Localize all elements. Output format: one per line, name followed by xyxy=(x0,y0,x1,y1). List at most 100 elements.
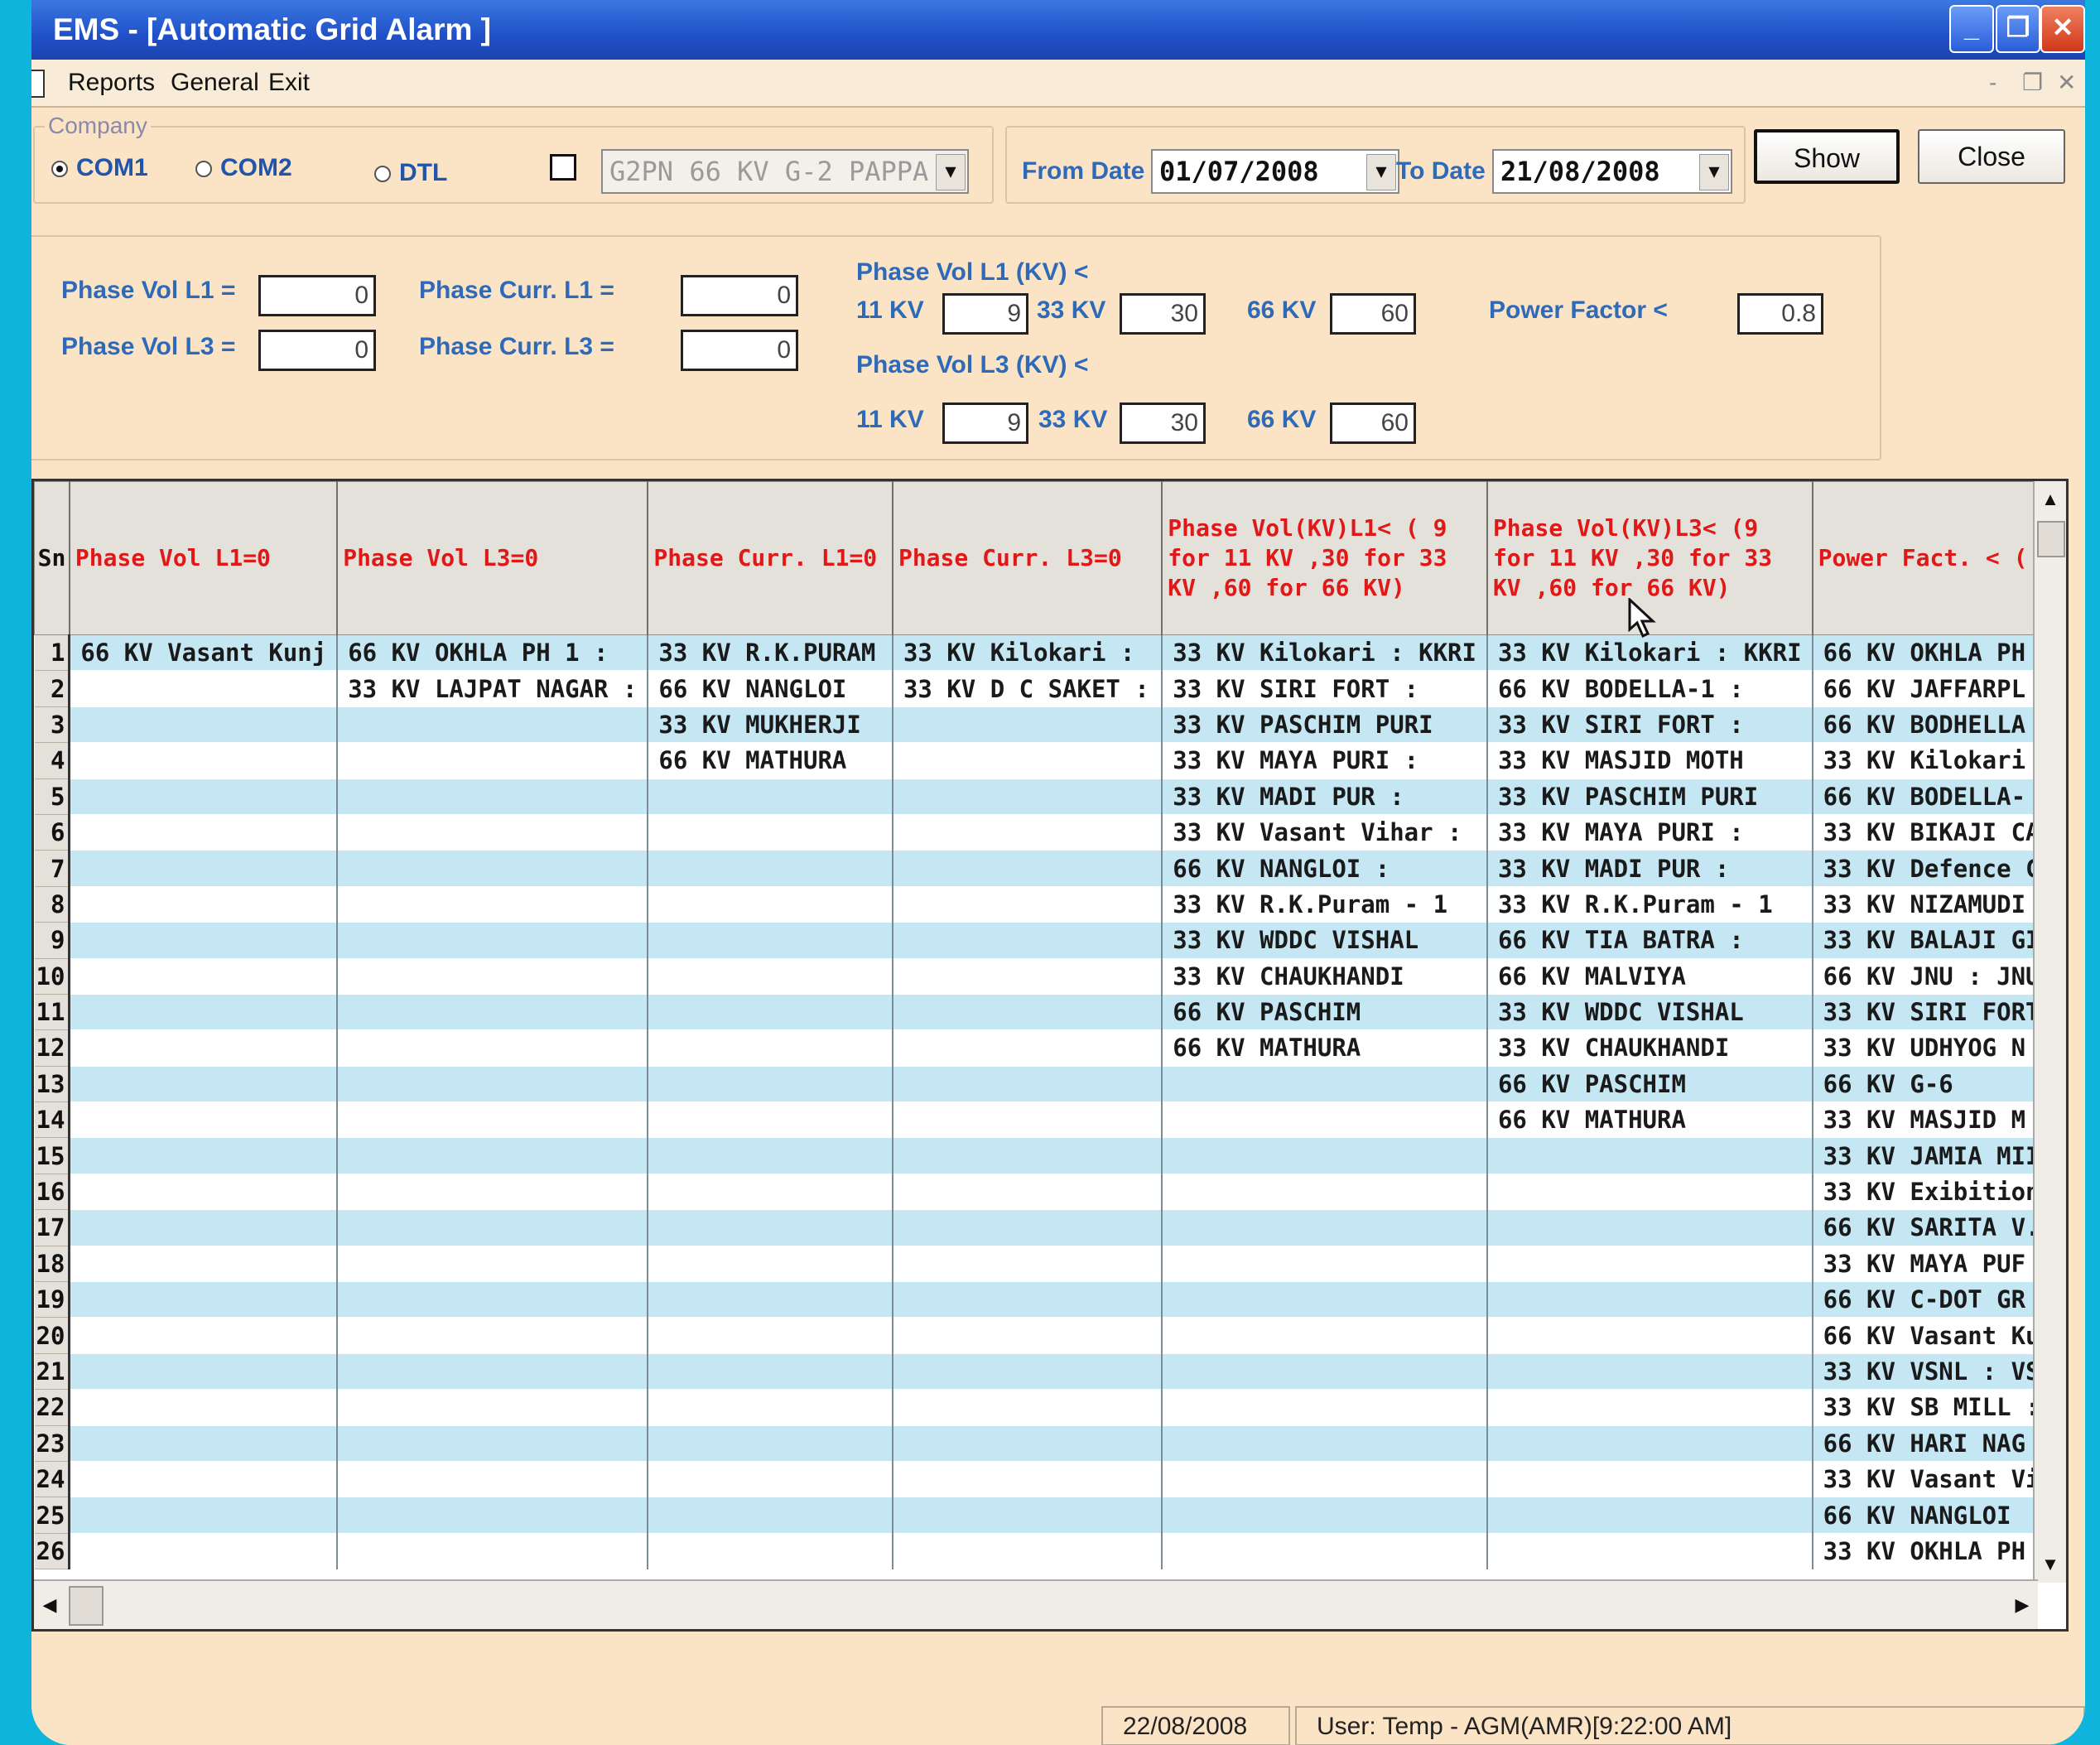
table-cell[interactable] xyxy=(1162,1461,1488,1498)
radio-com1[interactable]: COM1 xyxy=(51,154,148,182)
table-cell[interactable] xyxy=(337,1209,649,1246)
table-cell[interactable] xyxy=(1162,1533,1488,1570)
table-cell[interactable] xyxy=(892,994,1163,1031)
column-header-phase-vol-l3[interactable]: Phase Vol L3=0 xyxy=(336,481,649,635)
table-row[interactable]: 12 66 KV MATHURA 33 KV CHAUKHANDI 33 KV UDH… xyxy=(34,1029,2066,1067)
close-button[interactable]: Close xyxy=(1918,129,2065,184)
table-cell[interactable] xyxy=(69,1066,339,1103)
table-row[interactable]: 4 66 KV MATHURA 33 KV MAYA PURI :33 KV MAS… xyxy=(34,742,2066,779)
table-cell[interactable] xyxy=(1162,1281,1488,1318)
table-row[interactable]: 1 66 KV Vasant Kunj 66 KV OKHLA PH 1 :33 K… xyxy=(34,634,2066,672)
table-cell[interactable] xyxy=(1486,1246,1813,1283)
table-cell[interactable]: 66 KV OKHLA PH 1 : xyxy=(337,634,649,672)
table-cell[interactable] xyxy=(1162,1209,1488,1246)
row-number[interactable]: 12 xyxy=(34,1029,71,1067)
table-cell[interactable] xyxy=(1162,1389,1488,1426)
table-cell[interactable] xyxy=(69,706,339,744)
table-cell[interactable]: 33 KV R.K.PURAM xyxy=(648,634,893,672)
table-row[interactable]: 23 66 KV HARI NAG xyxy=(34,1425,2066,1462)
table-row[interactable]: 16 33 KV Exibition xyxy=(34,1174,2066,1211)
table-cell[interactable]: 33 KV PASCHIM PURI xyxy=(1486,779,1813,815)
table-cell[interactable] xyxy=(892,1497,1163,1534)
l3-kv33-input[interactable]: 30 xyxy=(1120,403,1206,444)
row-number[interactable]: 22 xyxy=(34,1389,71,1426)
row-number[interactable]: 4 xyxy=(34,742,71,779)
table-cell[interactable]: 33 KV NIZAMUDI xyxy=(1812,886,2066,923)
table-cell[interactable] xyxy=(337,1353,649,1391)
table-cell[interactable] xyxy=(648,1209,893,1246)
table-cell[interactable]: 66 KV BODELLA- xyxy=(1812,779,2066,815)
table-cell[interactable]: 66 KV OKHLA PH xyxy=(1812,634,2066,672)
table-cell[interactable] xyxy=(69,1174,339,1211)
table-cell[interactable] xyxy=(1162,1174,1488,1211)
table-cell[interactable] xyxy=(648,1029,893,1067)
table-row[interactable]: 3 33 KV MUKHERJI 33 KV PASCHIM PURI 33 KV S… xyxy=(34,706,2066,744)
l3-kv66-input[interactable]: 60 xyxy=(1330,403,1416,444)
chevron-down-icon[interactable]: ▼ xyxy=(1699,154,1729,190)
table-cell[interactable]: 33 KV MADI PUR : xyxy=(1162,779,1488,815)
table-cell[interactable]: 33 KV MUKHERJI xyxy=(648,706,893,744)
table-cell[interactable] xyxy=(337,1533,649,1570)
table-cell[interactable]: 66 KV NANGLOI xyxy=(1812,1497,2066,1534)
table-row[interactable]: 20 66 KV Vasant Ku xyxy=(34,1317,2066,1354)
table-cell[interactable] xyxy=(1486,1389,1813,1426)
column-header-phase-vol-kv-l1[interactable]: Phase Vol(KV)L1< ( 9 for 11 KV ,30 for 3… xyxy=(1161,481,1488,635)
table-cell[interactable] xyxy=(337,886,649,923)
row-number[interactable]: 9 xyxy=(34,922,71,959)
table-cell[interactable] xyxy=(1162,1497,1488,1534)
table-cell[interactable]: 33 KV MAYA PUF xyxy=(1812,1246,2066,1283)
column-header-phase-curr-l3[interactable]: Phase Curr. L3=0 xyxy=(892,481,1163,635)
table-cell[interactable] xyxy=(648,1101,893,1139)
table-cell[interactable]: 33 KV Exibition xyxy=(1812,1174,2066,1211)
table-cell[interactable]: 66 KV JNU : JNU xyxy=(1812,958,2066,995)
to-date-picker[interactable]: 21/08/2008 ▼ xyxy=(1492,149,1732,194)
table-cell[interactable]: 66 KV HARI NAG xyxy=(1812,1425,2066,1462)
table-cell[interactable] xyxy=(337,1281,649,1318)
table-cell[interactable] xyxy=(69,1029,339,1067)
table-cell[interactable] xyxy=(1486,1209,1813,1246)
table-row[interactable]: 24 33 KV Vasant Vi xyxy=(34,1461,2066,1498)
table-cell[interactable]: 33 KV MASJID MOTH xyxy=(1486,742,1813,779)
table-cell[interactable] xyxy=(337,958,649,995)
table-cell[interactable]: 33 KV Kilokari : xyxy=(892,634,1163,672)
l3-kv11-input[interactable]: 9 xyxy=(942,403,1028,444)
power-factor-input[interactable]: 0.8 xyxy=(1737,293,1823,335)
table-row[interactable]: 21 33 KV VSNL : VSI xyxy=(34,1353,2066,1391)
horizontal-scrollbar[interactable]: ◀ ▶ xyxy=(34,1579,2038,1629)
table-cell[interactable]: 33 KV JAMIA MII xyxy=(1812,1137,2066,1174)
radio-dtl[interactable]: DTL xyxy=(374,159,447,187)
table-cell[interactable] xyxy=(1486,1137,1813,1174)
table-cell[interactable]: 66 KV C-DOT GR xyxy=(1812,1281,2066,1318)
table-cell[interactable] xyxy=(892,1353,1163,1391)
menu-reports[interactable]: Reports xyxy=(68,60,155,106)
table-cell[interactable] xyxy=(69,1137,339,1174)
table-cell[interactable] xyxy=(892,1137,1163,1174)
table-cell[interactable] xyxy=(69,1353,339,1391)
table-cell[interactable]: 33 KV CHAUKHANDI xyxy=(1162,958,1488,995)
scroll-right-arrow[interactable]: ▶ xyxy=(2006,1581,2038,1629)
table-cell[interactable]: 66 KV PASCHIM xyxy=(1162,994,1488,1031)
table-cell[interactable] xyxy=(1486,1461,1813,1498)
table-cell[interactable]: 33 KV WDDC VISHAL xyxy=(1486,994,1813,1031)
table-cell[interactable]: 33 KV Kilokari : KKRI xyxy=(1162,634,1488,672)
table-cell[interactable]: 66 KV PASCHIM xyxy=(1486,1066,1813,1103)
table-cell[interactable] xyxy=(892,742,1163,779)
title-bar[interactable]: EMS - [Automatic Grid Alarm ] _ ❐ ✕ xyxy=(31,0,2085,60)
table-cell[interactable] xyxy=(892,1246,1163,1283)
table-cell[interactable] xyxy=(337,922,649,959)
table-cell[interactable] xyxy=(337,1246,649,1283)
table-row[interactable]: 7 66 KV NANGLOI :33 KV MADI PUR :33 KV De… xyxy=(34,850,2066,887)
table-cell[interactable] xyxy=(1162,1066,1488,1103)
table-cell[interactable] xyxy=(1486,1317,1813,1354)
table-cell[interactable]: 66 KV Vasant Ku xyxy=(1812,1317,2066,1354)
chevron-down-icon[interactable]: ▼ xyxy=(936,154,966,190)
table-cell[interactable] xyxy=(892,1066,1163,1103)
table-cell[interactable]: 66 KV MATHURA xyxy=(1486,1101,1813,1139)
chevron-down-icon[interactable]: ▼ xyxy=(1366,154,1396,190)
substation-checkbox[interactable] xyxy=(550,154,576,181)
table-cell[interactable] xyxy=(69,958,339,995)
mdi-close-button[interactable]: ✕ xyxy=(2057,60,2076,106)
row-number[interactable]: 21 xyxy=(34,1353,71,1391)
row-number[interactable]: 16 xyxy=(34,1174,71,1211)
menu-general[interactable]: General xyxy=(171,60,259,106)
